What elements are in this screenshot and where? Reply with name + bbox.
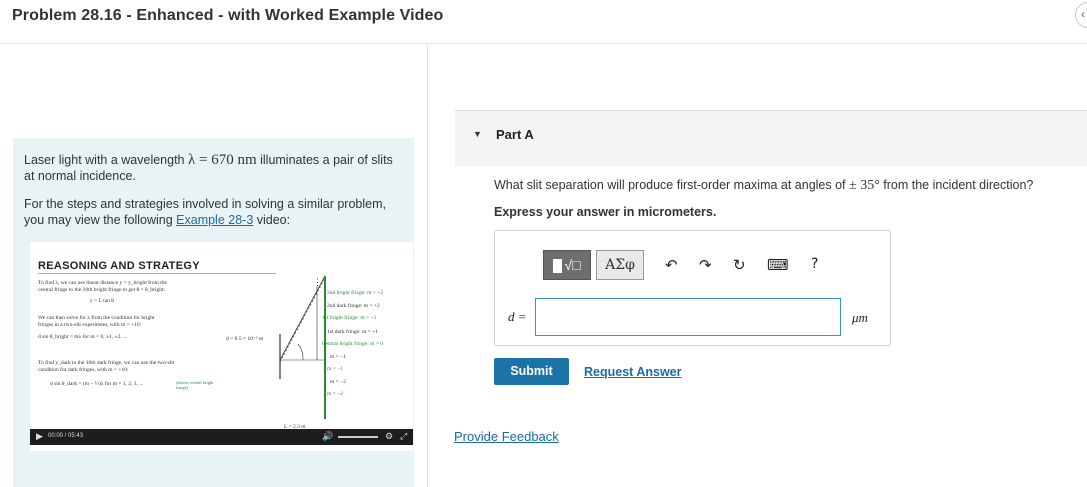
wavelength-expression: λ = 670 nm [187, 152, 257, 168]
diagram-label-3: 1st dark fringe: m = +1 [327, 329, 378, 335]
redo-icon[interactable]: ↷ [699, 256, 712, 274]
diagram-label-8: m = −2 [327, 391, 343, 397]
angle-expression: ± 35° [849, 178, 880, 193]
answer-panel: √□ ΑΣφ ↶ ↷ ↻ ⌨ ? d = μm [494, 230, 891, 346]
video-controls: ▶ 00:00 / 05:43 🔊 ⚙ ⤢ [30, 429, 413, 445]
reset-icon[interactable]: ↻ [733, 256, 746, 274]
help-icon[interactable]: ? [811, 256, 818, 272]
chevron-left-icon: ‹ [1081, 7, 1085, 21]
intro-paragraph-2: For the steps and strategies involved in… [24, 196, 404, 228]
diagram-label-2: 1st bright fringe: m = +1 [322, 315, 377, 321]
undo-icon[interactable]: ↶ [665, 256, 678, 274]
greek-symbols-button[interactable]: ΑΣφ [596, 250, 644, 280]
part-header[interactable]: ▼ Part A [455, 110, 1087, 166]
video-above-note: (above central bright fringe) [176, 380, 214, 390]
templates-button[interactable]: √□ [543, 250, 591, 280]
provide-feedback-link[interactable]: Provide Feedback [454, 429, 559, 444]
answer-unit: μm [852, 310, 868, 325]
video-line-0: To find λ, we can use linear distance y … [38, 280, 167, 286]
submit-button[interactable]: Submit [494, 358, 569, 385]
video-line-2: y = L tan θ [90, 298, 114, 304]
diagram-label-6: m = −1 [327, 366, 343, 372]
video-line-7: condition for dark fringes, with m = +10… [38, 367, 129, 373]
video-ellipsis: ⋮ [313, 277, 322, 287]
keyboard-icon[interactable]: ⌨ [767, 256, 789, 274]
question-post: from the incident direction? [879, 178, 1034, 192]
video-line-3: We can then solve for λ from the conditi… [38, 315, 155, 321]
template-block-icon [553, 259, 563, 274]
collapse-caret-icon[interactable]: ▼ [473, 129, 482, 139]
diagram-label-5: m = −1 [330, 354, 346, 360]
header-bar: Problem 28.16 - Enhanced - with Worked E… [0, 0, 1087, 44]
video-heading: REASONING AND STRATEGY [38, 260, 200, 272]
intro-panel: Laser light with a wavelength λ = 670 nm… [13, 138, 414, 487]
column-divider [427, 45, 428, 487]
example-video-link[interactable]: Example 28-3 [176, 213, 253, 227]
answer-input[interactable] [535, 298, 841, 336]
example-video-player[interactable]: REASONING AND STRATEGY To find λ, we can… [30, 242, 413, 451]
volume-icon[interactable]: 🔊 [322, 431, 333, 442]
volume-slider[interactable] [338, 436, 378, 438]
templates-label: √□ [564, 257, 581, 273]
diagram-label-0: 2nd bright fringe: m = +2 [327, 290, 384, 296]
page-title: Problem 28.16 - Enhanced - with Worked E… [12, 7, 444, 24]
intro-p2-post: video: [253, 213, 291, 227]
answer-variable-label: d = [508, 309, 527, 324]
question-text: What slit separation will produce first-… [494, 178, 1033, 194]
video-time: 00:00 / 05:43 [48, 433, 84, 439]
fullscreen-icon[interactable]: ⤢ [400, 431, 407, 442]
previous-button[interactable]: ‹ [1075, 2, 1087, 28]
request-answer-link[interactable]: Request Answer [584, 365, 681, 379]
question-pre: What slit separation will produce first-… [494, 178, 850, 192]
video-line-5: d sin θ_bright = mλ for m = 0, ±1, ±2, .… [38, 334, 128, 340]
video-line-1: central fringe to the 10th bright fringe… [38, 287, 166, 293]
diagram-label-7: m = −2 [330, 379, 346, 385]
video-line-6: To find y_dark to the 10th dark fringe, … [38, 360, 175, 366]
settings-icon[interactable]: ⚙ [385, 431, 393, 442]
intro-text-pre: Laser light with a wavelength [24, 153, 188, 167]
part-label: Part A [496, 127, 534, 142]
play-icon[interactable]: ▶ [36, 431, 43, 442]
diagram-label-4: Central bright fringe: m = 0 [322, 341, 383, 347]
intro-paragraph-1: Laser light with a wavelength λ = 670 nm… [24, 152, 404, 184]
video-heading-rule [38, 273, 276, 274]
video-line-4: fringes in a two-slit experiment, with m… [38, 322, 142, 328]
answer-instruction: Express your answer in micrometers. [494, 205, 717, 219]
diagram-label-1: 2nd dark fringe: m = +2 [327, 303, 380, 309]
